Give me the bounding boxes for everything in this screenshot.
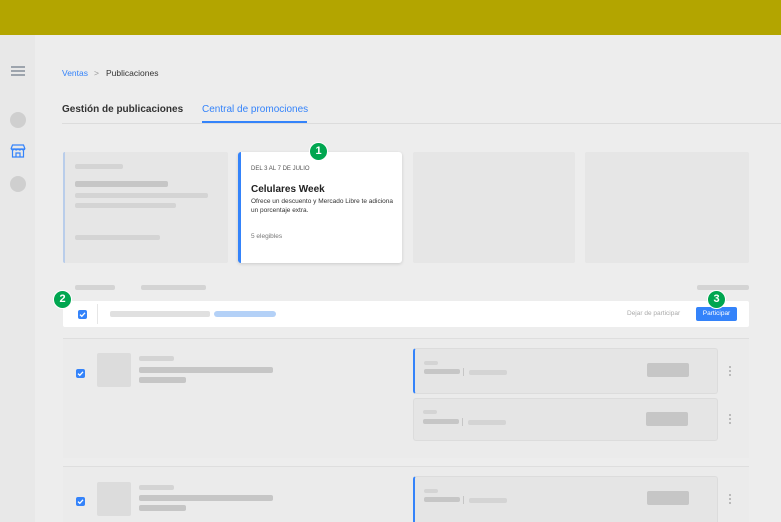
skeleton-filter — [697, 285, 749, 290]
more-options-icon[interactable] — [729, 366, 732, 378]
circle-placeholder-icon[interactable] — [10, 112, 26, 128]
promo-description: Ofrece un descuento y Mercado Libre te a… — [251, 198, 394, 214]
promo-card-celulares-week[interactable]: DEL 3 AL 7 DE JULIO Celulares Week Ofrec… — [238, 152, 402, 263]
divider — [463, 496, 464, 504]
circle-placeholder-icon[interactable] — [10, 176, 26, 192]
more-options-icon[interactable] — [729, 494, 732, 506]
select-all-checkbox[interactable] — [78, 310, 87, 319]
promo-offer-card[interactable] — [413, 398, 718, 441]
skeleton-line — [424, 489, 438, 493]
skeleton-line — [75, 235, 160, 240]
promo-title: Celulares Week — [251, 184, 325, 195]
skeleton-line — [110, 311, 210, 317]
product-thumbnail — [97, 353, 131, 387]
skeleton-link — [214, 311, 276, 317]
menu-icon[interactable] — [11, 66, 25, 76]
skeleton-line — [139, 505, 186, 511]
promo-eligible-count: 5 elegibles — [251, 233, 283, 240]
skeleton-line — [75, 193, 208, 198]
skeleton-line — [424, 497, 460, 502]
skeleton-line — [139, 485, 174, 490]
skeleton-line — [469, 498, 507, 503]
promo-card-placeholder[interactable] — [585, 152, 749, 263]
top-header — [0, 0, 781, 35]
skeleton-line — [469, 370, 507, 375]
skeleton-line — [75, 203, 176, 208]
breadcrumb-current: Publicaciones — [106, 68, 159, 78]
participate-button[interactable]: Participar — [696, 307, 737, 321]
divider — [462, 418, 463, 426]
sidebar — [0, 35, 35, 522]
active-tab-indicator — [202, 121, 307, 123]
skeleton-line — [139, 356, 174, 361]
tab-gestion-publicaciones[interactable]: Gestión de publicaciones — [62, 104, 183, 115]
promo-date: DEL 3 AL 7 DE JULIO — [251, 166, 310, 172]
row-checkbox[interactable] — [76, 369, 85, 378]
skeleton-filter — [141, 285, 206, 290]
breadcrumb-separator: > — [94, 68, 99, 78]
promo-card-placeholder[interactable] — [63, 152, 228, 263]
skeleton-line — [75, 164, 123, 169]
skeleton-line — [423, 419, 459, 424]
divider — [97, 304, 98, 324]
promo-offer-card[interactable] — [413, 348, 718, 394]
promo-card-placeholder[interactable] — [413, 152, 575, 263]
row-checkbox[interactable] — [76, 497, 85, 506]
breadcrumb-link-ventas[interactable]: Ventas — [62, 68, 88, 78]
store-icon[interactable] — [10, 144, 26, 158]
divider — [463, 368, 464, 376]
step-badge-3: 3 — [707, 290, 726, 309]
promo-offer-card[interactable] — [413, 476, 718, 522]
product-thumbnail — [97, 482, 131, 516]
more-options-icon[interactable] — [729, 414, 732, 426]
skeleton-price — [647, 363, 689, 377]
skeleton-line — [424, 369, 460, 374]
step-badge-1: 1 — [309, 142, 328, 161]
tab-central-promociones[interactable]: Central de promociones — [202, 104, 308, 115]
skeleton-line — [468, 420, 506, 425]
skeleton-price — [647, 491, 689, 505]
step-badge-2: 2 — [53, 290, 72, 309]
tabs-divider — [62, 123, 781, 124]
skeleton-line — [139, 377, 186, 383]
skeleton-line — [139, 367, 273, 373]
skeleton-line — [424, 361, 438, 365]
skeleton-line — [139, 495, 273, 501]
leave-promotion-link[interactable]: Dejar de participar — [627, 310, 680, 317]
skeleton-line — [423, 410, 437, 414]
skeleton-price — [646, 412, 688, 426]
skeleton-filter — [75, 285, 115, 290]
skeleton-line — [75, 181, 168, 187]
